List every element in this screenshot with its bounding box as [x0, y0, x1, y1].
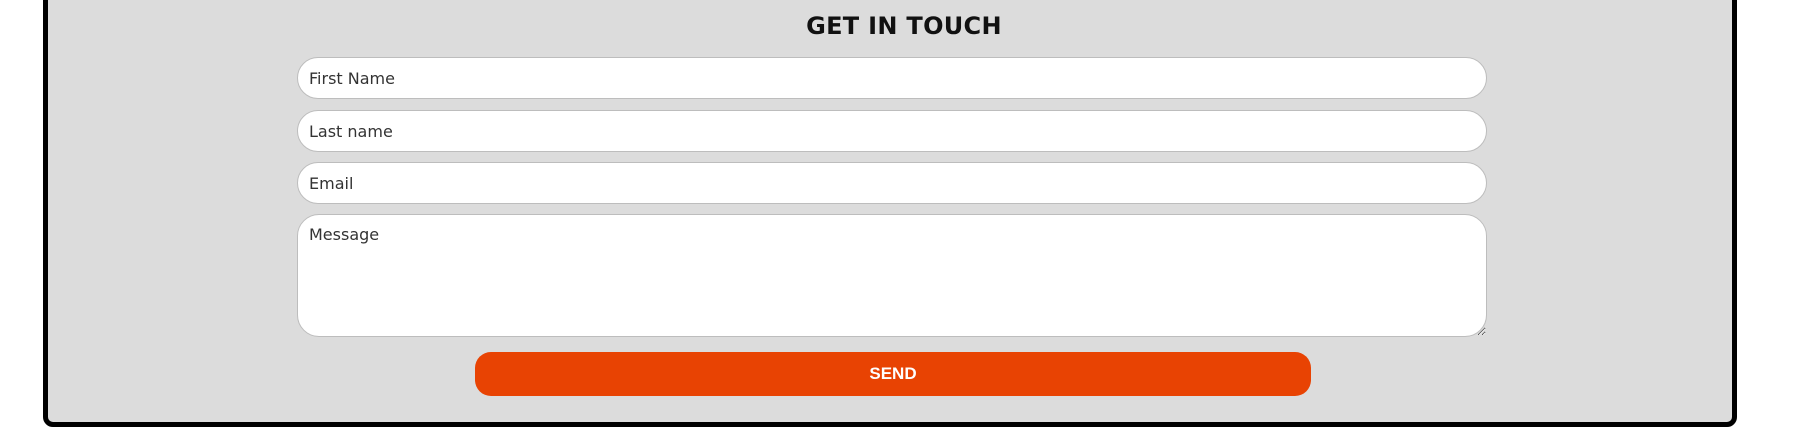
- email-field[interactable]: [297, 162, 1487, 204]
- send-button[interactable]: SEND: [475, 352, 1311, 396]
- last-name-field[interactable]: [297, 110, 1487, 152]
- first-name-field[interactable]: [297, 57, 1487, 99]
- message-textarea[interactable]: [297, 214, 1487, 337]
- page-title: GET IN TOUCH: [806, 12, 1002, 40]
